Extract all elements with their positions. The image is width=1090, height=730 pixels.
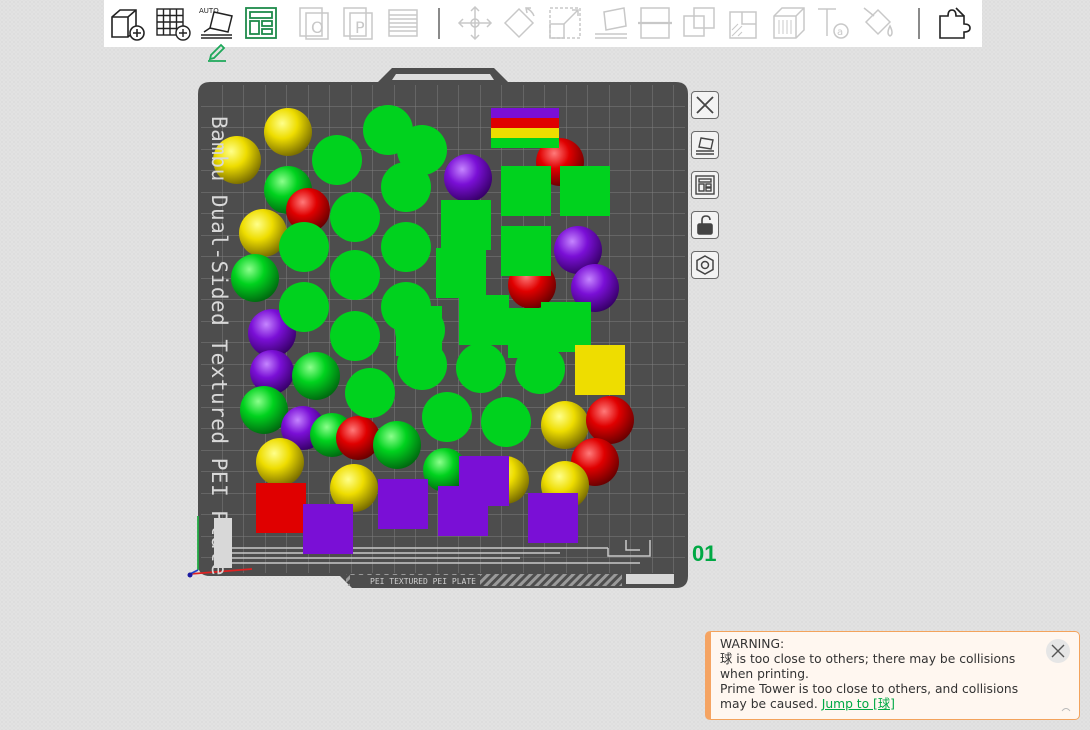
cylinder-object[interactable]: [381, 162, 431, 212]
cube-object[interactable]: [501, 166, 551, 216]
arrange-icon: [695, 175, 715, 195]
cylinder-object[interactable]: [279, 282, 329, 332]
cube-object[interactable]: [256, 483, 306, 533]
build-plate-view[interactable]: PEI TEXTURED PEI PLATE: [0, 0, 1090, 730]
cylinder-object[interactable]: [330, 250, 380, 300]
cube-object[interactable]: [528, 493, 578, 543]
close-icon: [1051, 644, 1065, 658]
cylinder-object[interactable]: [381, 222, 431, 272]
sphere-object[interactable]: [444, 154, 492, 202]
close-notification-button[interactable]: [1046, 639, 1070, 663]
prime-tower-stripe: [491, 108, 559, 118]
orient-plate-button[interactable]: [691, 131, 719, 159]
resize-grip-icon: [1061, 708, 1071, 712]
sphere-object[interactable]: [264, 108, 312, 156]
cylinder-object[interactable]: [345, 368, 395, 418]
cylinder-object[interactable]: [330, 192, 380, 242]
prime-tower-stripe: [491, 128, 559, 138]
cube-object[interactable]: [303, 504, 353, 554]
warning-line-1: 球 is too close to others; there may be c…: [720, 652, 1016, 681]
plate-type-label: Bambu Dual-Sided Textured PEI Plate: [207, 116, 231, 577]
plate-settings-button[interactable]: [691, 251, 719, 279]
cube-object[interactable]: [459, 456, 509, 506]
cube-object[interactable]: [396, 306, 442, 356]
cylinder-object[interactable]: [330, 311, 380, 361]
plate-number: 01: [692, 541, 717, 566]
cube-object[interactable]: [560, 166, 610, 216]
sphere-object[interactable]: [373, 421, 421, 469]
cube-object[interactable]: [575, 345, 625, 395]
cylinder-object[interactable]: [312, 135, 362, 185]
unlock-icon: [697, 215, 713, 235]
sphere-object[interactable]: [240, 386, 288, 434]
cube-object[interactable]: [501, 226, 551, 276]
cube-object[interactable]: [441, 200, 491, 250]
settings-hex-icon: [696, 255, 714, 275]
sphere-object[interactable]: [231, 254, 279, 302]
prime-tower-stripe: [491, 138, 559, 148]
lock-plate-button[interactable]: [691, 211, 719, 239]
sphere-object[interactable]: [336, 416, 380, 460]
plate-handle: [392, 74, 494, 80]
warning-title: WARNING:: [720, 637, 785, 651]
cylinder-object[interactable]: [481, 397, 531, 447]
jump-to-object-link[interactable]: Jump to [球]: [822, 697, 895, 711]
cube-object[interactable]: [459, 295, 509, 345]
warning-notification: WARNING: 球 is too close to others; there…: [705, 631, 1080, 720]
sphere-object[interactable]: [292, 352, 340, 400]
plate-bottom-tag: [626, 574, 674, 584]
plate-bottom-label: PEI TEXTURED PEI PLATE: [370, 577, 476, 586]
cube-object[interactable]: [436, 248, 486, 298]
sphere-object[interactable]: [256, 438, 304, 486]
cube-object[interactable]: [541, 302, 591, 352]
cube-object[interactable]: [378, 479, 428, 529]
cylinder-object[interactable]: [456, 343, 506, 393]
arrange-plate-button[interactable]: [691, 171, 719, 199]
cylinder-object[interactable]: [279, 222, 329, 272]
auto-orient-icon: [696, 137, 714, 155]
close-plate-button[interactable]: [691, 91, 719, 119]
sphere-object[interactable]: [586, 396, 634, 444]
cylinder-object[interactable]: [422, 392, 472, 442]
sphere-object[interactable]: [541, 401, 589, 449]
prime-tower[interactable]: [491, 108, 559, 148]
scene-objects: [213, 105, 634, 554]
close-icon: [696, 96, 714, 114]
prime-tower-stripe: [491, 118, 559, 128]
